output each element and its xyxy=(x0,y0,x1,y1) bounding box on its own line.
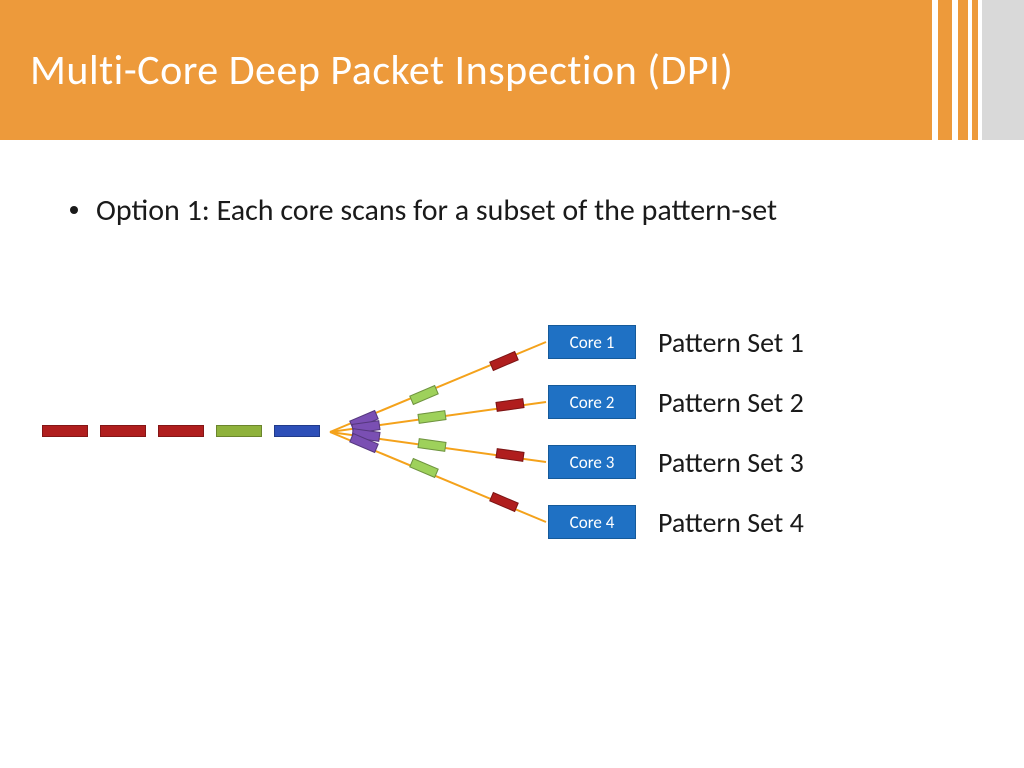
packet-mini xyxy=(417,410,446,424)
packet-dash xyxy=(216,425,262,437)
core-box-2: Core 2 xyxy=(548,385,636,419)
core-box-3: Core 3 xyxy=(548,445,636,479)
pattern-label-1: Pattern Set 1 xyxy=(658,325,804,360)
packet-mini xyxy=(417,438,446,452)
content-area: Option 1: Each core scans for a subset o… xyxy=(0,140,1024,232)
core-label: Core 3 xyxy=(570,452,615,473)
packet-mini xyxy=(495,448,524,462)
packet-dash xyxy=(42,425,88,437)
packet-mini xyxy=(409,458,439,478)
bullet-item: Option 1: Each core scans for a subset o… xyxy=(70,190,954,232)
slide-title: Multi-Core Deep Packet Inspection (DPI) xyxy=(30,45,733,96)
packet-mini xyxy=(489,492,519,512)
core-label: Core 1 xyxy=(570,332,615,353)
pattern-label-3: Pattern Set 3 xyxy=(658,445,804,480)
packet-mini xyxy=(409,385,439,405)
packet-dash xyxy=(100,425,146,437)
header-stripes xyxy=(932,0,1024,140)
packet-dash xyxy=(158,425,204,437)
pattern-label-4: Pattern Set 4 xyxy=(658,505,804,540)
packet-mini xyxy=(489,351,519,371)
core-label: Core 2 xyxy=(570,392,615,413)
bullet-dot-icon xyxy=(70,206,78,214)
slide-header: Multi-Core Deep Packet Inspection (DPI) xyxy=(0,0,1024,140)
packet-mini xyxy=(495,398,524,412)
pattern-label-2: Pattern Set 2 xyxy=(658,385,804,420)
core-label: Core 4 xyxy=(570,512,615,533)
bullet-text: Option 1: Each core scans for a subset o… xyxy=(96,190,777,232)
diagram: Core 1 Core 2 Core 3 Core 4 Pattern Set … xyxy=(0,300,1024,600)
core-box-4: Core 4 xyxy=(548,505,636,539)
core-box-1: Core 1 xyxy=(548,325,636,359)
packet-dash xyxy=(274,425,320,437)
